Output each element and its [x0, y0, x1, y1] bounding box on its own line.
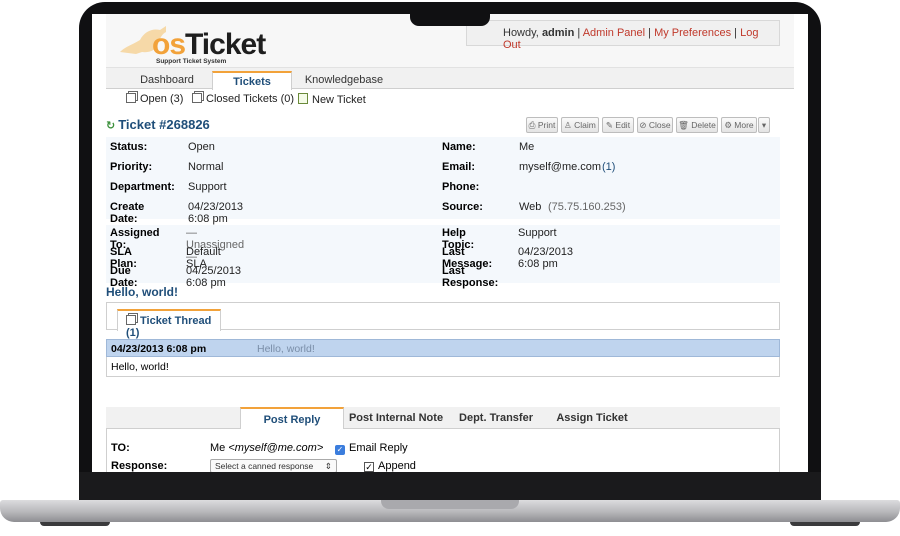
name-label: Name:: [442, 141, 476, 153]
tab-assign-ticket[interactable]: Assign Ticket: [544, 407, 640, 429]
ticket-subject: Hello, world!: [106, 285, 178, 299]
ticket-info-secondary: Assigned To: — Unassigned — Help Topic: …: [106, 225, 780, 289]
sub-nav: Open (3) Closed Tickets (0) New Ticket: [106, 89, 794, 109]
admin-panel-link[interactable]: Admin Panel: [583, 27, 645, 39]
thread-entry-body: Hello, world!: [106, 357, 780, 377]
email-value: myself@me.com: [519, 161, 602, 173]
more-button[interactable]: ⚙ More: [721, 117, 757, 133]
more-dropdown-chevron-icon[interactable]: ▾: [758, 117, 770, 133]
department-value: Support: [188, 181, 227, 193]
name-value: Me: [519, 141, 535, 153]
greeting: Howdy,: [503, 27, 539, 39]
separator: |: [577, 27, 581, 39]
tab-post-internal-note[interactable]: Post Internal Note: [344, 407, 448, 429]
thread-icon: [126, 315, 136, 325]
laptop-foot-left: [40, 522, 110, 526]
tickets-icon: [126, 93, 136, 103]
laptop-screen: osTicket Support Ticket System Howdy, ad…: [92, 14, 808, 472]
print-button[interactable]: ⎙ Print: [526, 117, 558, 133]
separator: |: [648, 27, 652, 39]
phone-label: Phone:: [442, 181, 480, 193]
due-date-value: 04/25/2013 6:08 pm: [186, 265, 242, 289]
to-recipient: Me <myself@me.com>: [210, 442, 324, 454]
status-label: Status:: [110, 141, 148, 153]
my-preferences-link[interactable]: My Preferences: [654, 27, 731, 39]
response-label: Response:: [111, 460, 168, 472]
claim-button[interactable]: ♙ Claim: [561, 117, 599, 133]
osticket-logo[interactable]: osTicket Support Ticket System: [116, 22, 266, 65]
tickets-icon: [192, 93, 202, 103]
checkbox-checked-icon: ✓: [364, 462, 374, 472]
thread-entry-header: 04/23/2013 6:08 pm Hello, world!: [106, 339, 780, 357]
source-ip: (75.75.160.253): [548, 201, 626, 213]
delete-button[interactable]: 🗑 Delete: [676, 117, 718, 133]
tab-ticket-thread[interactable]: Ticket Thread (1): [117, 309, 221, 339]
user-bar: Howdy, admin | Admin Panel | My Preferen…: [466, 20, 780, 51]
tab-dashboard[interactable]: Dashboard: [122, 71, 212, 90]
tab-post-reply[interactable]: Post Reply: [240, 407, 344, 429]
department-label: Department:: [110, 181, 175, 193]
ticket-title[interactable]: ↻ Ticket #268826: [106, 117, 210, 132]
last-message-value: 04/23/2013 6:08 pm: [518, 246, 574, 270]
laptop-foot-right: [790, 522, 860, 526]
to-label: TO:: [111, 442, 130, 454]
tab-knowledgebase[interactable]: Knowledgebase: [294, 71, 394, 90]
tab-dept-transfer[interactable]: Dept. Transfer: [448, 407, 544, 429]
canned-response-select[interactable]: Select a canned response ⇕: [210, 459, 337, 472]
laptop-base-notch: [381, 500, 519, 509]
last-response-label: Last Response:: [442, 265, 499, 289]
source-label: Source:: [442, 201, 483, 213]
new-ticket-link[interactable]: New Ticket: [298, 93, 366, 106]
username: admin: [541, 27, 575, 39]
source-value: Web: [519, 201, 542, 213]
close-button[interactable]: ⊘ Close: [637, 117, 673, 133]
select-arrows-icon: ⇕: [324, 461, 332, 471]
create-date-value: 04/23/2013 6:08 pm: [188, 201, 244, 225]
thread-tabs: Ticket Thread (1): [106, 302, 780, 339]
priority-label: Priority:: [110, 161, 153, 173]
append-checkbox[interactable]: ✓ Append: [364, 460, 416, 472]
new-ticket-icon: [298, 93, 308, 104]
checkbox-checked-icon: ✓: [335, 445, 345, 455]
logo-wordmark: osTicket: [152, 28, 266, 61]
edit-button[interactable]: ✎ Edit: [602, 117, 634, 133]
email-ticket-count-link[interactable]: (1): [602, 161, 615, 173]
ticket-info-primary: Status: Open Name: Me Priority: Normal E…: [106, 137, 780, 225]
email-reply-checkbox[interactable]: ✓ Email Reply: [335, 442, 408, 455]
camera-notch: [410, 10, 490, 26]
open-tickets-link[interactable]: Open (3): [126, 93, 183, 105]
separator: |: [734, 27, 738, 39]
status-value: Open: [188, 141, 215, 153]
logo-subtitle: Support Ticket System: [156, 58, 227, 65]
closed-tickets-link[interactable]: Closed Tickets (0): [192, 93, 294, 105]
priority-value: Normal: [188, 161, 224, 173]
reply-tabs: Post Reply Post Internal Note Dept. Tran…: [106, 407, 780, 429]
refresh-icon: ↻: [106, 120, 116, 132]
main-nav: Dashboard Tickets Knowledgebase: [106, 68, 794, 90]
osticket-app: osTicket Support Ticket System Howdy, ad…: [106, 14, 794, 472]
tab-tickets[interactable]: Tickets: [212, 71, 292, 90]
laptop-hinge: [79, 472, 821, 502]
thread-entry-date: 04/23/2013 6:08 pm: [111, 343, 207, 355]
thread-entry-title: Hello, world!: [257, 343, 315, 355]
reply-form: TO: Me <myself@me.com> ✓ Email Reply Resp…: [106, 429, 780, 472]
email-label: Email:: [442, 161, 476, 173]
help-topic-value: Support: [518, 227, 557, 239]
create-date-label: Create Date:: [110, 201, 145, 225]
